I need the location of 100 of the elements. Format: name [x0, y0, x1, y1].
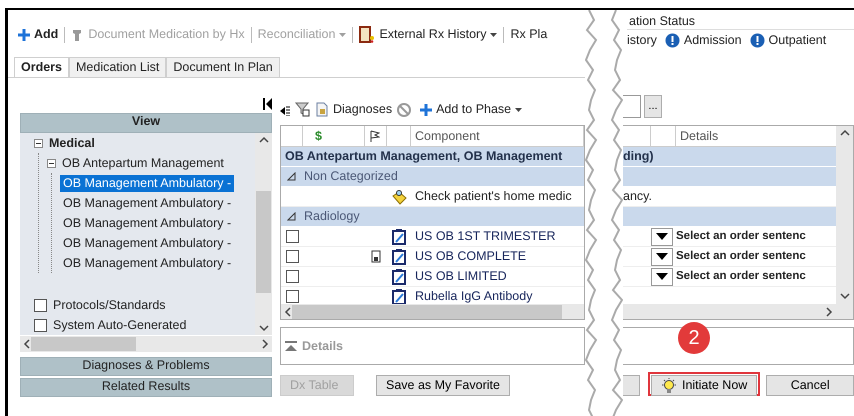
- scroll-right-icon[interactable]: [825, 306, 833, 316]
- plus-icon: [18, 28, 30, 40]
- category-label: Non Categorized: [303, 169, 398, 184]
- section-header[interactable]: Related Results: [20, 378, 272, 397]
- collapse-left-icon[interactable]: [263, 98, 272, 110]
- panel-label: Details: [302, 338, 343, 354]
- group-title: ation Status: [627, 14, 854, 30]
- plus-icon: [420, 104, 432, 116]
- order-text: Check patient's home medic: [414, 189, 572, 204]
- jar-icon: [359, 26, 376, 43]
- order-name[interactable]: US OB LIMITED: [411, 269, 507, 284]
- tab[interactable]: Medication List: [69, 57, 166, 77]
- caret-icon: [339, 32, 346, 36]
- toolbar-button[interactable]: External Rx History: [359, 26, 498, 43]
- more-button[interactable]: ...: [644, 95, 662, 118]
- tree-item[interactable]: OB Management Ambulatory -: [60, 174, 234, 192]
- clipboard-icon: [391, 288, 407, 304]
- toolbar-button[interactable]: Diagnoses: [315, 102, 392, 117]
- expand-triangle-icon[interactable]: [287, 172, 296, 181]
- category-label: Radiology: [303, 209, 360, 224]
- checkbox[interactable]: [286, 230, 298, 243]
- caret-icon: [656, 233, 668, 240]
- status-label[interactable]: Admission: [684, 33, 742, 48]
- caret-icon: [515, 108, 522, 112]
- order-sentence-field[interactable]: Select an order sentenc: [676, 270, 806, 284]
- tree-item[interactable]: OB Management Ambulatory -: [60, 194, 234, 212]
- toolbar-link[interactable]: Rx Pla: [510, 27, 548, 42]
- scroll-left-icon[interactable]: [284, 306, 292, 316]
- alert-icon: [664, 33, 680, 48]
- order-name[interactable]: Rubella IgG Antibody: [411, 289, 532, 304]
- horizontal-scrollbar[interactable]: [623, 304, 836, 319]
- tree-folder[interactable]: Medical: [46, 134, 98, 152]
- order-name[interactable]: US OB 1ST TRIMESTER: [411, 229, 556, 244]
- horizontal-scrollbar[interactable]: [20, 336, 272, 352]
- vertical-scrollbar[interactable]: [836, 126, 853, 303]
- toolbar-button[interactable]: Add: [18, 27, 58, 42]
- alert-icon: [750, 33, 765, 48]
- order-sentence-field[interactable]: Select an order sentenc: [676, 250, 806, 264]
- checkbox[interactable]: [286, 290, 298, 303]
- filter-icon[interactable]: [295, 102, 310, 117]
- tree-item[interactable]: Protocols/Standards: [50, 296, 169, 314]
- expand-up-icon[interactable]: [285, 341, 297, 351]
- tree-item[interactable]: System Auto-Generated: [50, 316, 190, 334]
- tab[interactable]: Document In Plan: [166, 57, 280, 77]
- expand-triangle-icon[interactable]: [287, 212, 296, 221]
- dropdown-button[interactable]: [651, 268, 673, 286]
- button[interactable]: Initiate Now: [650, 375, 758, 396]
- tab[interactable]: Orders: [14, 57, 69, 77]
- scrollbar-thumb[interactable]: [292, 304, 562, 318]
- column-header[interactable]: Details: [680, 128, 718, 144]
- checkbox[interactable]: [34, 298, 47, 312]
- status-label[interactable]: Outpatient: [768, 33, 826, 48]
- toolbar-button[interactable]: Add to Phase: [420, 102, 522, 117]
- prohibited-icon[interactable]: [397, 103, 412, 117]
- phase-title: OB Antepartum Management, OB Management: [284, 149, 562, 164]
- horizontal-scrollbar[interactable]: [281, 304, 584, 319]
- caret-icon: [656, 253, 668, 260]
- vertical-scrollbar[interactable]: [255, 133, 272, 335]
- scrollbar-thumb[interactable]: [31, 337, 136, 351]
- tree-item[interactable]: OB Management Ambulatory -: [60, 234, 234, 252]
- tree-item[interactable]: OB Management Ambulatory -: [60, 214, 234, 232]
- checkbox[interactable]: [286, 270, 298, 283]
- order-text: ding): [623, 149, 654, 164]
- flag-icon: [369, 130, 380, 142]
- section-header[interactable]: Diagnoses & Problems: [20, 357, 272, 376]
- caret-icon: [490, 32, 498, 36]
- dropdown-button[interactable]: [651, 228, 673, 246]
- document-icon: [371, 250, 381, 263]
- button[interactable]: Cancel: [766, 375, 854, 396]
- column-header[interactable]: Component: [415, 128, 480, 144]
- scroll-down-icon[interactable]: [258, 324, 268, 332]
- scrollbar-thumb[interactable]: [256, 191, 271, 293]
- note-icon: [391, 188, 407, 204]
- caret-icon: [656, 273, 668, 280]
- dropdown-button[interactable]: [651, 248, 673, 266]
- status-label[interactable]: istory: [627, 33, 657, 48]
- document-icon: [315, 102, 329, 117]
- button[interactable]: Save as My Favorite: [376, 375, 510, 396]
- order-name[interactable]: US OB COMPLETE: [411, 249, 526, 264]
- tree-folder[interactable]: OB Antepartum Management: [59, 154, 227, 172]
- tree-item[interactable]: OB Management Ambulatory -: [60, 254, 234, 272]
- step-badge: 2: [678, 322, 710, 354]
- clipboard-icon: [391, 228, 407, 245]
- collapse-icon[interactable]: [47, 158, 56, 168]
- checkbox[interactable]: [34, 318, 47, 332]
- scroll-down-icon[interactable]: [840, 292, 850, 300]
- column-header[interactable]: $: [315, 128, 322, 144]
- input-field[interactable]: [623, 95, 641, 118]
- order-text: ancy.: [623, 189, 652, 204]
- lightbulb-icon: [660, 378, 677, 394]
- panel-toggle-icon[interactable]: [280, 105, 290, 117]
- checkbox[interactable]: [286, 250, 298, 263]
- order-sentence-field[interactable]: Select an order sentenc: [676, 230, 806, 244]
- scroll-left-icon[interactable]: [23, 339, 31, 349]
- scroll-up-icon[interactable]: [258, 136, 268, 144]
- clipboard-icon: [391, 248, 407, 265]
- collapse-icon[interactable]: [34, 138, 43, 148]
- scroll-up-icon[interactable]: [840, 129, 850, 137]
- panel-header: View: [20, 113, 272, 133]
- scroll-right-icon[interactable]: [261, 339, 269, 349]
